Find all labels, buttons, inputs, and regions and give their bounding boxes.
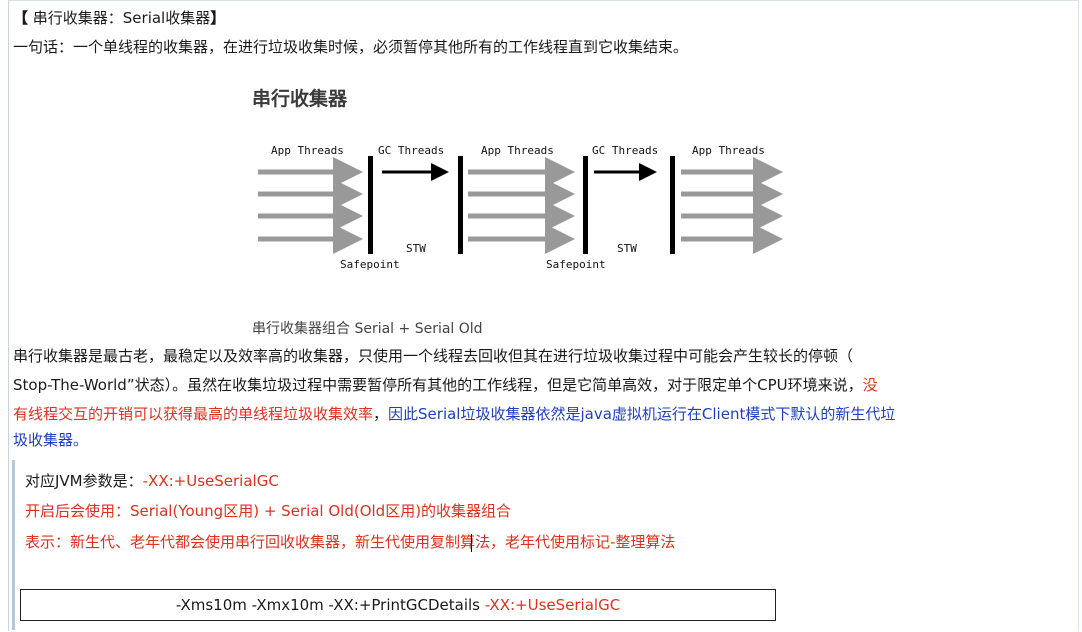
app-threads-arrows-2 <box>468 157 575 254</box>
description-line-3-blue: 因此Serial垃圾收集器依然是java虚拟机运行在Client模式下默认的新生… <box>388 405 896 423</box>
section-heading: 【 串行收集器：Serial收集器】 <box>13 8 225 28</box>
resume-barrier-2 <box>670 156 675 254</box>
jvm-param-value: -XX:+UseSerialGC <box>142 472 279 490</box>
description-line-3-highlight: 有线程交互的开销可以获得最高的单线程垃圾收集效率 <box>13 405 374 423</box>
description-line-3: 有线程交互的开销可以获得最高的单线程垃圾收集效率，因此Serial垃圾收集器依然… <box>13 400 895 429</box>
safepoint-barrier-1 <box>368 156 373 254</box>
jvm-meaning-line: 表示：新生代、老年代都会使用串行回收收集器，新生代使用复制算法，老年代使用标记-… <box>25 533 676 551</box>
heading-bracket-open: 【 <box>13 9 29 27</box>
jvm-param-label: 对应JVM参数是： <box>25 472 143 490</box>
diagram-canvas <box>258 156 783 254</box>
description-line-2-highlight: 没 <box>862 376 878 394</box>
jvm-enabled-value: Serial(Young区用) + Serial Old(Old区用)的收集器组… <box>130 502 512 520</box>
resume-barrier-1 <box>458 156 463 254</box>
app-threads-arrows-1 <box>258 157 363 254</box>
diagram-caption: 串行收集器组合 Serial + Serial Old <box>252 321 483 337</box>
jvm-enabled-line: 开启后会使用：Serial(Young区用) + Serial Old(Old区… <box>25 500 511 521</box>
label-stw-2: STW <box>617 242 637 255</box>
one-line-summary: 一句话：一个单线程的收集器，在进行垃圾收集时候，必须暂停其他所有的工作线程直到它… <box>13 38 689 56</box>
serial-gc-diagram: 串行收集器 App Threads GC Threads App Threads… <box>240 78 800 338</box>
label-app-threads-1: App Threads <box>271 144 344 157</box>
app-threads-arrows-3 <box>681 157 783 254</box>
description-line-3-comma: ， <box>373 405 389 423</box>
label-safepoint-2: Safepoint <box>546 258 606 271</box>
label-gc-threads-1: GC Threads <box>378 144 445 157</box>
label-gc-threads-2: GC Threads <box>592 144 659 157</box>
description-line-2-text: Stop-The-World”状态）。虽然在收集垃圾过程中需要暂停所有其他的工作… <box>13 376 863 394</box>
safepoint-barrier-2 <box>583 156 588 254</box>
label-stw-1: STW <box>406 242 426 255</box>
command-highlight: -XX:+UseSerialGC <box>484 596 621 614</box>
text-cursor <box>471 534 472 552</box>
description-line-1: 串行收集器是最古老，最稳定以及效率高的收集器，只使用一个线程去回收但其在进行垃圾… <box>13 347 854 365</box>
label-app-threads-2: App Threads <box>481 144 554 157</box>
command-line-box[interactable]: -Xms10m -Xmx10m -XX:+PrintGCDetails -XX:… <box>20 589 776 621</box>
jvm-param-line: 对应JVM参数是：-XX:+UseSerialGC <box>25 470 279 491</box>
heading-text: 串行收集器：Serial收集器 <box>28 9 211 27</box>
label-app-threads-3: App Threads <box>692 144 765 157</box>
description-line-4: 圾收集器。 <box>13 431 89 449</box>
description-line-2: Stop-The-World”状态）。虽然在收集垃圾过程中需要暂停所有其他的工作… <box>13 371 878 400</box>
jvm-enabled-label: 开启后会使用： <box>25 502 131 520</box>
heading-bracket-close: 】 <box>210 9 226 27</box>
label-safepoint-1: Safepoint <box>340 258 400 271</box>
command-plain: -Xms10m -Xmx10m -XX:+PrintGCDetails <box>175 596 485 614</box>
